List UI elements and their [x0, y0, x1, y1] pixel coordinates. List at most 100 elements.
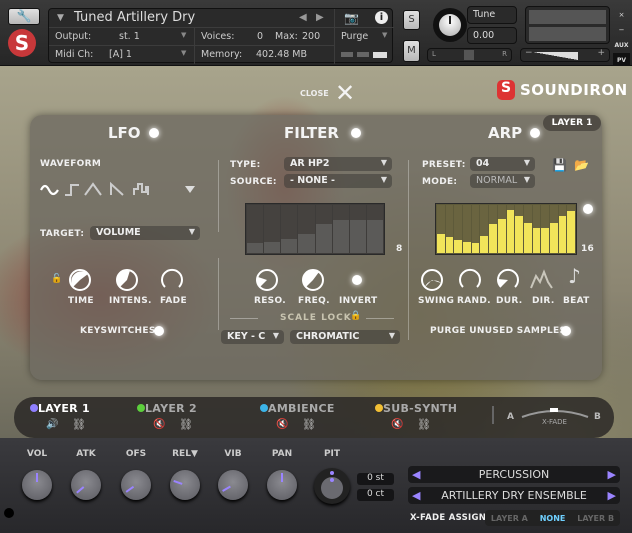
- lfo-intensity-knob[interactable]: [115, 268, 139, 292]
- lfo-toggle[interactable]: [149, 128, 159, 138]
- max-voices-value[interactable]: 200: [302, 31, 320, 42]
- scale-lock-icon[interactable]: 🔒: [350, 311, 361, 321]
- layer-tab[interactable]: LAYER 2: [145, 402, 197, 415]
- close-instrument-button[interactable]: ×: [613, 8, 630, 23]
- speaker-muted-icon[interactable]: 🔇: [391, 419, 403, 430]
- pan-handle[interactable]: [464, 50, 474, 60]
- next-instrument-icon[interactable]: ▶: [316, 12, 324, 23]
- lfo-time-knob[interactable]: [68, 268, 92, 292]
- waveform-selector[interactable]: [40, 180, 200, 198]
- resonance-knob[interactable]: [255, 268, 279, 292]
- step-bar[interactable]: [366, 205, 383, 253]
- bottom-knob[interactable]: [267, 470, 297, 500]
- scale-dropdown[interactable]: CHROMATIC ▼: [290, 330, 400, 344]
- prev-instrument-icon[interactable]: ◀: [299, 12, 307, 23]
- arp-step-sequencer[interactable]: [435, 203, 577, 255]
- step-bar[interactable]: [454, 205, 463, 253]
- step-bar[interactable]: [523, 205, 532, 253]
- xfade-slider[interactable]: [520, 405, 590, 419]
- tune-knob[interactable]: [433, 8, 467, 42]
- layer-tab[interactable]: LAYER 1: [38, 402, 90, 415]
- xfade-assign-layer-a[interactable]: LAYER A: [491, 514, 528, 523]
- step-bar[interactable]: [549, 205, 558, 253]
- camera-icon[interactable]: 📷: [344, 11, 359, 25]
- output-value[interactable]: st. 1: [119, 31, 140, 42]
- step-bar[interactable]: [247, 205, 264, 253]
- tune-value[interactable]: 0.00: [467, 27, 517, 44]
- step-bar[interactable]: [437, 205, 445, 253]
- xfade-assign-none[interactable]: NONE: [540, 514, 566, 523]
- duration-knob[interactable]: [496, 268, 520, 292]
- filter-type-dropdown[interactable]: AR HP2 ▼: [284, 157, 392, 171]
- close-icon[interactable]: ✕: [335, 80, 355, 106]
- pan-slider[interactable]: L R: [427, 48, 512, 62]
- resize-handle[interactable]: [4, 508, 14, 518]
- filter-invert-toggle[interactable]: [352, 275, 362, 285]
- filter-steps-count[interactable]: 8: [396, 244, 403, 254]
- pitch-knob[interactable]: [314, 468, 350, 504]
- step-bar[interactable]: [489, 205, 497, 253]
- step-bar[interactable]: [558, 205, 567, 253]
- step-bar[interactable]: [497, 205, 506, 253]
- link-icon[interactable]: ⛓: [179, 418, 193, 431]
- step-bar[interactable]: [515, 205, 523, 253]
- arp-toggle[interactable]: [530, 128, 540, 138]
- step-bar[interactable]: [445, 205, 454, 253]
- bottom-knob[interactable]: [218, 470, 248, 500]
- wrench-icon[interactable]: 🔧: [8, 8, 40, 25]
- step-bar[interactable]: [281, 205, 298, 253]
- lfo-fade-knob[interactable]: [160, 268, 184, 292]
- target-dropdown[interactable]: VOLUME ▼: [90, 226, 200, 240]
- bottom-knob[interactable]: [170, 470, 200, 500]
- minimize-button[interactable]: −: [613, 23, 630, 38]
- filter-toggle[interactable]: [351, 128, 361, 138]
- step-bar[interactable]: [315, 205, 332, 253]
- step-bar[interactable]: [471, 205, 480, 253]
- filter-source-dropdown[interactable]: - NONE - ▼: [284, 174, 392, 188]
- layer-tab[interactable]: AMBIENCE: [268, 402, 335, 415]
- speaker-on-icon[interactable]: 🔊: [46, 419, 58, 430]
- swing-knob[interactable]: [420, 268, 444, 292]
- link-icon[interactable]: ⛓: [302, 418, 316, 431]
- purge-unused-toggle[interactable]: [561, 326, 571, 336]
- volume-slider[interactable]: − +: [520, 48, 610, 62]
- prev-patch-icon[interactable]: ◀: [412, 487, 420, 504]
- solo-button[interactable]: S: [403, 10, 420, 30]
- step-bar[interactable]: [480, 205, 489, 253]
- close-label[interactable]: CLOSE: [300, 89, 329, 98]
- instrument-name[interactable]: Tuned Artillery Dry: [74, 10, 195, 25]
- frequency-knob[interactable]: [301, 268, 325, 292]
- step-bar[interactable]: [332, 205, 349, 253]
- bottom-knob[interactable]: [121, 470, 151, 500]
- beat-note-icon[interactable]: ♪: [568, 264, 581, 288]
- purge-menu[interactable]: Purge: [341, 31, 368, 42]
- pitch-cents[interactable]: 0 ct: [357, 489, 394, 501]
- pitch-semitones[interactable]: 0 st: [357, 473, 394, 485]
- step-bar[interactable]: [349, 205, 366, 253]
- step-bar[interactable]: [506, 205, 515, 253]
- arp-mode-dropdown[interactable]: NORMAL ▼: [470, 174, 535, 188]
- midi-value[interactable]: [A] 1: [109, 49, 132, 60]
- next-patch-icon[interactable]: ▶: [608, 487, 616, 504]
- step-bar[interactable]: [463, 205, 471, 253]
- info-icon[interactable]: i: [375, 11, 388, 24]
- speaker-muted-icon[interactable]: 🔇: [153, 419, 165, 430]
- arp-sequencer-toggle[interactable]: [583, 204, 593, 214]
- keyswitches-toggle[interactable]: [154, 326, 164, 336]
- mute-button[interactable]: M: [403, 40, 420, 62]
- step-bar[interactable]: [532, 205, 541, 253]
- save-preset-icon[interactable]: 💾: [552, 158, 567, 172]
- link-icon[interactable]: ⛓: [417, 418, 431, 431]
- step-bar[interactable]: [298, 205, 315, 253]
- bottom-knob[interactable]: [22, 470, 52, 500]
- direction-icon[interactable]: [530, 268, 556, 292]
- arp-steps-count[interactable]: 16: [581, 244, 594, 254]
- filter-step-sequencer[interactable]: [245, 203, 385, 255]
- next-category-icon[interactable]: ▶: [608, 466, 616, 483]
- layer-tab[interactable]: SUB-SYNTH: [383, 402, 457, 415]
- step-bar[interactable]: [264, 205, 281, 253]
- instrument-menu-arrow[interactable]: ▼: [57, 13, 64, 23]
- speaker-muted-icon[interactable]: 🔇: [276, 419, 288, 430]
- prev-category-icon[interactable]: ◀: [412, 466, 420, 483]
- aux-button[interactable]: AUX: [613, 38, 630, 53]
